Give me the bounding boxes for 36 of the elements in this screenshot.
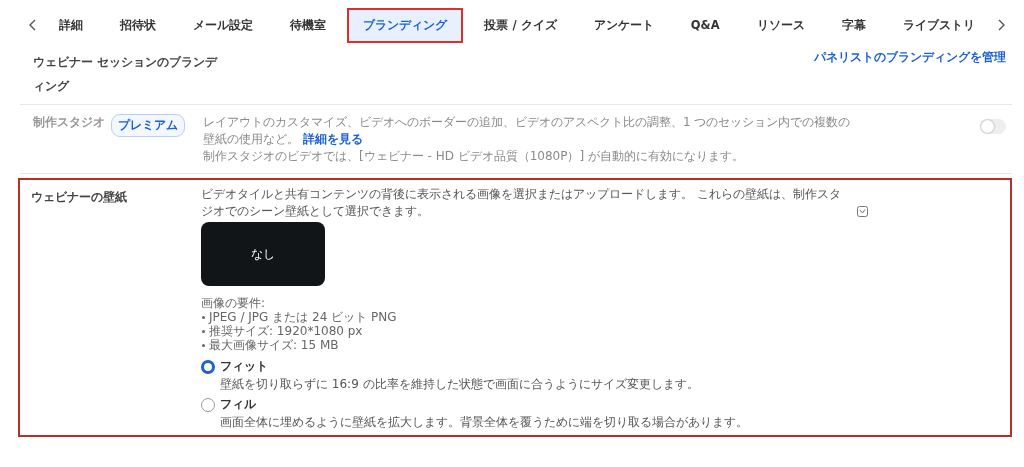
setting-description: レイアウトのカスタマイズ、ビデオへのボーダーの追加、ビデオのアスペクト比の調整、1 つのセッション内での複数の壁紙の使用など。 詳細を見る xyxy=(203,114,852,148)
chevron-left-icon[interactable] xyxy=(28,19,38,31)
tab[interactable]: ブランディング xyxy=(347,7,464,43)
radio-button[interactable] xyxy=(201,360,215,374)
section-title: ウェビナー セッションのブランディング xyxy=(33,54,219,95)
tab[interactable]: 投票 / クイズ xyxy=(468,7,573,43)
setting-label: 制作スタジオ xyxy=(33,114,105,131)
bullet-icon xyxy=(202,330,205,333)
premium-badge: プレミアム xyxy=(111,114,185,137)
tab[interactable]: メール設定 xyxy=(177,7,270,43)
bullet-icon xyxy=(202,344,205,347)
toggle-switch[interactable] xyxy=(980,119,1006,134)
bullet-icon xyxy=(202,316,205,319)
tab[interactable]: 招待状 xyxy=(104,7,173,43)
tab[interactable]: リソース xyxy=(740,7,821,43)
wallpaper-preview[interactable]: なし xyxy=(201,222,325,286)
requirement-text: 最大画像サイズ: 15 MB xyxy=(209,338,339,352)
option-description: 壁紙を切り取らずに 16:9 の比率を維持した状態で画面に合うようにサイズ変更します。 xyxy=(220,376,700,393)
learn-more-link[interactable]: 詳細を見る xyxy=(302,132,363,146)
option-description: 画面全体に埋めるように壁紙を拡大します。背景全体を覆うために端を切り取る場合があります。 xyxy=(220,414,749,431)
tab[interactable]: 詳細 xyxy=(43,7,100,43)
manage-panelist-branding-link[interactable]: パネリストのブランディングを管理 xyxy=(814,50,1006,65)
setting-note: 制作スタジオのビデオでは、[ウェビナー - HD ビデオ品質（1080P）] が自動的に有効になります。 xyxy=(203,148,745,165)
tab[interactable]: 字幕 xyxy=(825,7,882,43)
setting-label: ウェビナーの壁紙 xyxy=(31,190,127,204)
requirement-text: 推奨サイズ: 1920*1080 px xyxy=(209,324,363,338)
tab[interactable]: アンケート xyxy=(577,7,670,43)
option-title: フィル xyxy=(220,396,257,413)
tab[interactable]: 待機室 xyxy=(274,7,343,43)
tab[interactable]: Q&A xyxy=(674,8,736,42)
info-icon[interactable] xyxy=(857,206,868,217)
requirement-text: JPEG / JPG または 24 ビット PNG xyxy=(209,310,397,324)
requirements-title: 画像の要件: xyxy=(201,296,267,310)
option-title: フィット xyxy=(220,358,269,375)
tab[interactable]: ライブストリ xyxy=(886,7,991,43)
setting-description: ビデオタイルと共有コンテンツの背後に表示される画像を選択またはアップロードします。 これらの壁紙は、制作スタジオでのシーン壁紙として選択できます。 xyxy=(201,186,842,220)
